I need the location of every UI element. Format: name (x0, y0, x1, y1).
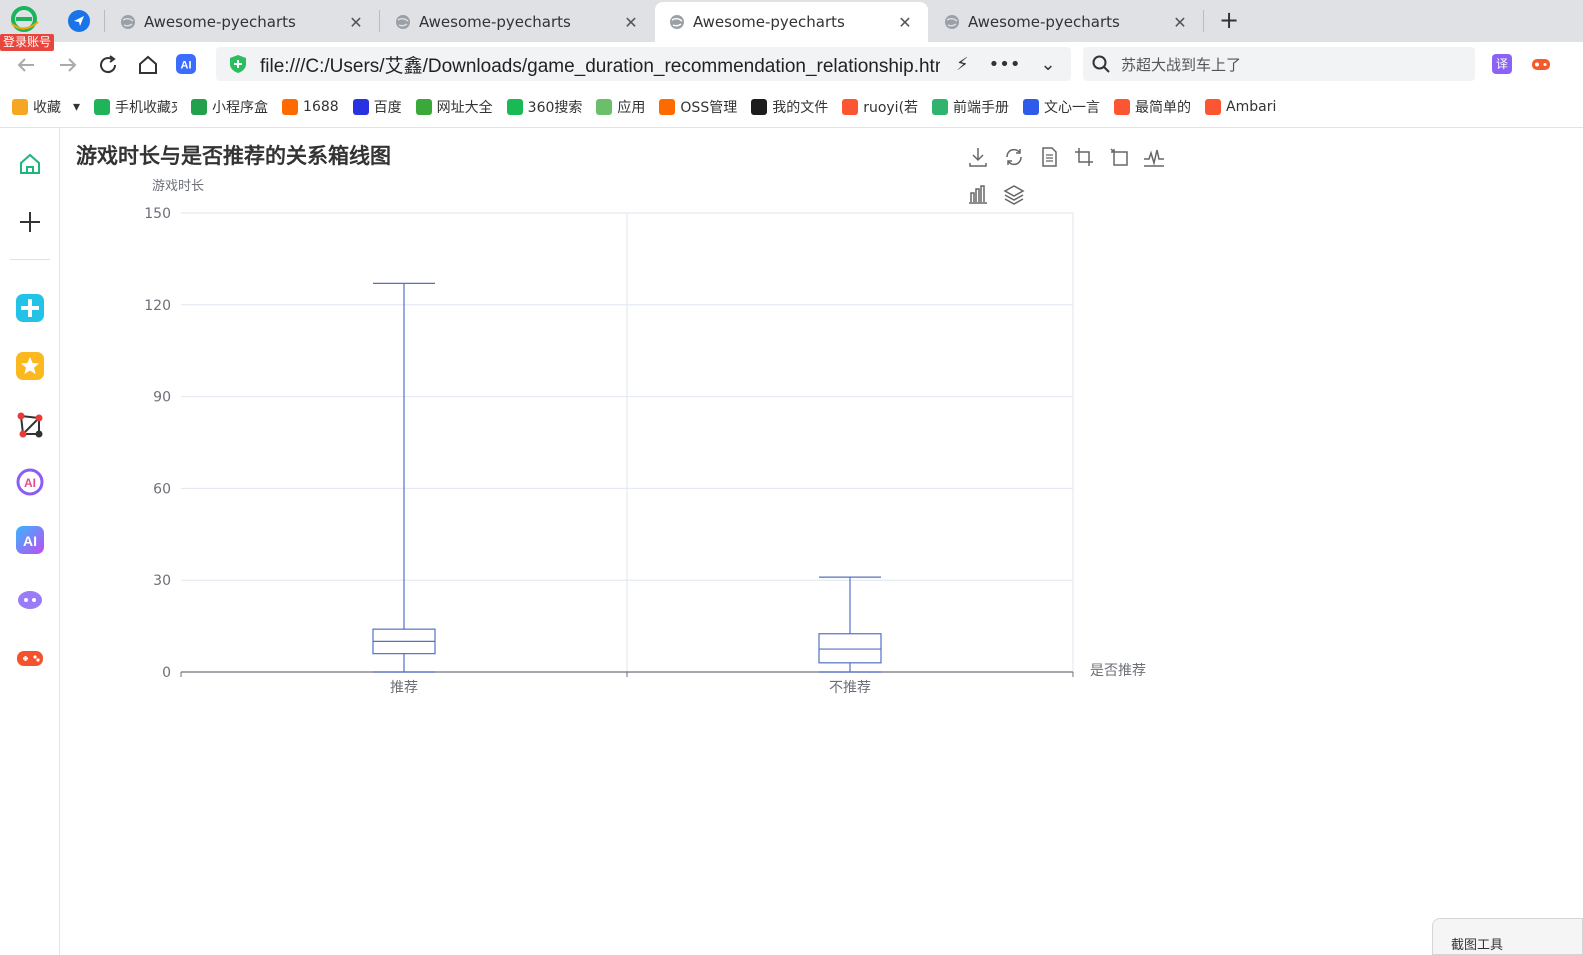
boxplot-chart: 游戏时长 是否推荐 0 30 60 90 120 150 推荐 不推荐 (144, 179, 1146, 696)
y-tick-label: 60 (153, 481, 171, 497)
y-tick-label: 90 (153, 390, 171, 406)
y-tick-label: 30 (153, 573, 171, 589)
snip-label: 截图工具 (1451, 938, 1504, 953)
x-axis-label: 是否推荐 (1090, 663, 1146, 679)
boxplot-box-1 (372, 282, 436, 673)
y-tick-label: 0 (162, 665, 171, 681)
y-axis-label: 游戏时长 (152, 179, 204, 194)
screenshot-tool-button[interactable]: 截图工具 (1432, 918, 1583, 955)
x-tick-label: 推荐 (390, 680, 418, 696)
login-badge[interactable]: 登录账号 (0, 34, 55, 51)
x-tick-label: 不推荐 (829, 680, 871, 696)
y-tick-label: 120 (144, 298, 171, 314)
iqr-box (818, 633, 882, 664)
boxplot-box-2 (818, 576, 882, 673)
y-tick-label: 150 (144, 206, 171, 222)
